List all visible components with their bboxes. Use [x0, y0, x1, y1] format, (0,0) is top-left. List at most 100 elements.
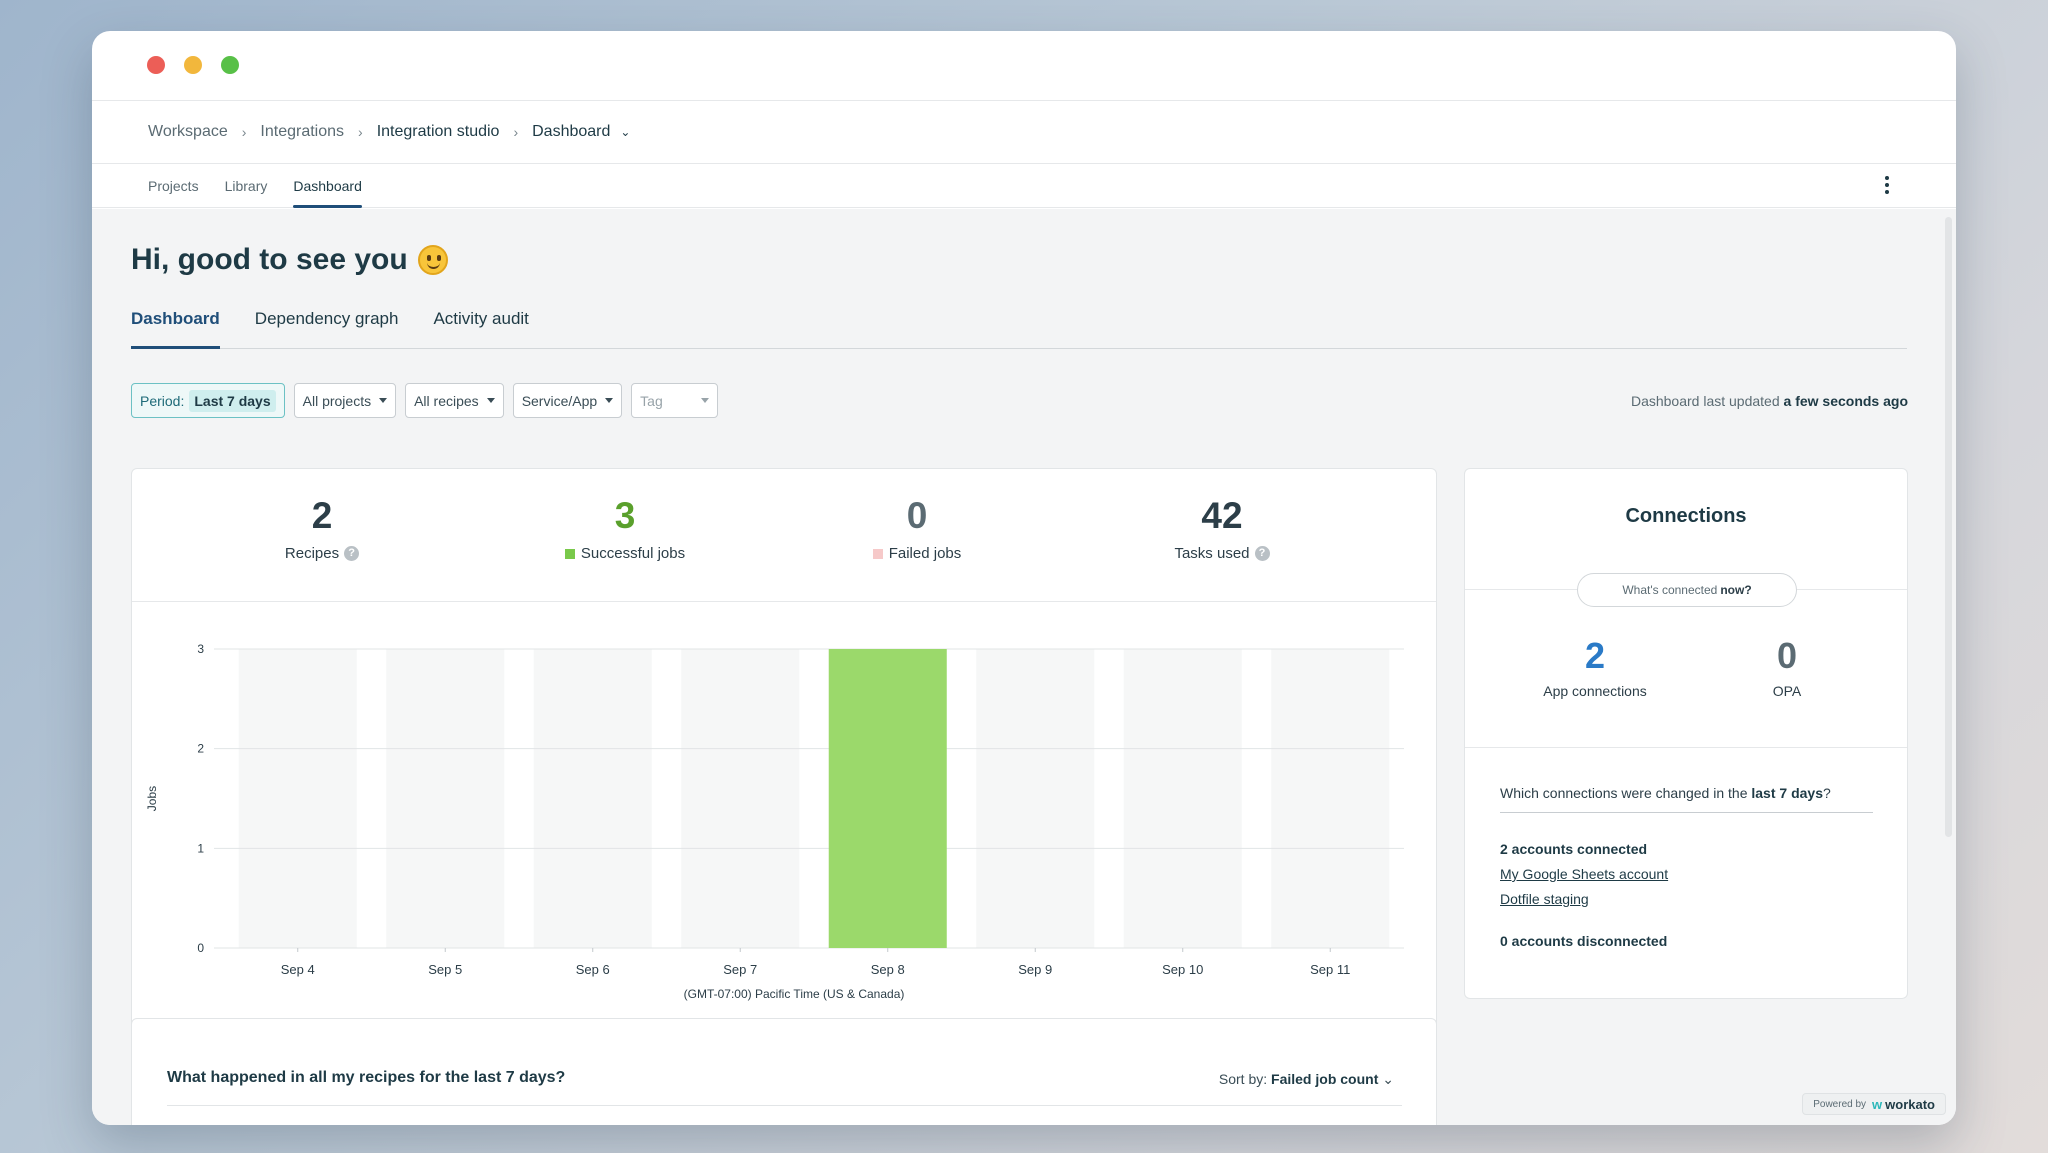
divider	[167, 1105, 1402, 1106]
whats-connected-button[interactable]: What's connected now?	[1577, 573, 1797, 607]
tag-filter[interactable]: Tag	[631, 383, 719, 418]
sort-dropdown[interactable]: Sort by: Failed job count ⌄	[1219, 1071, 1394, 1088]
recipes-filter[interactable]: All recipes	[405, 383, 504, 418]
breadcrumb-integration-studio[interactable]: Integration studio	[377, 123, 500, 141]
caret-down-icon	[605, 398, 614, 403]
failed-jobs-stat: 0 Failed jobs	[837, 495, 997, 562]
connections-card: Connections What's connected now? 2 App …	[1464, 468, 1908, 999]
smiley-emoji-icon	[417, 245, 448, 275]
breadcrumb: Workspace › Integrations › Integration s…	[92, 101, 1956, 164]
x-tick-label: Sep 8	[871, 962, 905, 977]
opa-label: OPA	[1772, 683, 1802, 699]
successful-legend-swatch	[564, 548, 575, 559]
tab-dependency-graph[interactable]: Dependency graph	[255, 309, 399, 348]
help-icon[interactable]: ?	[344, 546, 360, 561]
failed-jobs-count: 0	[906, 495, 928, 536]
chevron-right-icon: ›	[358, 124, 363, 140]
brand-name: workato	[1885, 1096, 1935, 1112]
close-window-button[interactable]	[147, 56, 165, 74]
subnav-item-library[interactable]: Library	[225, 164, 268, 207]
x-tick-label: Sep 4	[281, 962, 315, 977]
x-tick-label: Sep 7	[723, 962, 757, 977]
title-bar	[92, 31, 1956, 101]
recipes-stat-label-row: Recipes ?	[242, 545, 402, 562]
chevron-down-icon: ⌄	[1382, 1071, 1394, 1087]
subnav-item-dashboard[interactable]: Dashboard	[293, 164, 362, 208]
successful-jobs-stat: 3 Successful jobs	[525, 495, 725, 562]
breadcrumb-dashboard[interactable]: Dashboard	[532, 123, 610, 141]
chevron-down-icon[interactable]: ⌄	[620, 125, 630, 139]
account-link-dotfile-staging[interactable]: Dotfile staging	[1500, 891, 1668, 907]
sort-value: Failed job count	[1271, 1071, 1379, 1087]
caret-down-icon	[379, 398, 388, 403]
recipes-label: Recipes	[284, 545, 340, 562]
whats-connected-bold: now?	[1720, 583, 1752, 597]
connections-change-list: 2 accounts connected My Google Sheets ac…	[1500, 841, 1668, 949]
y-tick-label: 1	[197, 841, 204, 855]
chart-column-background	[533, 649, 652, 948]
tasks-used-stat: 42 Tasks used ?	[1132, 495, 1312, 562]
subnav-item-projects[interactable]: Projects	[148, 164, 199, 207]
filter-bar: Period: Last 7 days All projects All rec…	[131, 383, 719, 418]
jobs-stats-card: 2 Recipes ? 3 Successful jobs 0 Failed j…	[131, 468, 1437, 1028]
maximize-window-button[interactable]	[221, 56, 239, 74]
chart-column-background	[386, 649, 505, 948]
failed-jobs-label-row: Failed jobs	[837, 545, 997, 562]
tasks-used-label: Tasks used	[1174, 545, 1250, 562]
chart-column-background	[976, 649, 1095, 948]
workato-logo-icon: w	[1872, 1096, 1883, 1112]
page-title: Hi, good to see you	[131, 243, 448, 277]
x-axis-label: (GMT-07:00) Pacific Time (US & Canada)	[684, 987, 905, 1001]
successful-jobs-count: 3	[614, 495, 636, 536]
scrollbar[interactable]	[1945, 217, 1952, 837]
divider	[1465, 747, 1907, 748]
opa-count: 0	[1776, 635, 1798, 676]
x-tick-label: Sep 11	[1310, 962, 1350, 977]
opa-stat: 0 OPA	[1727, 635, 1847, 699]
question-suffix: ?	[1822, 785, 1831, 801]
chart-column-background	[238, 649, 357, 948]
chart-column-background	[1123, 649, 1242, 948]
y-tick-label: 0	[197, 941, 204, 955]
greeting-text: Hi, good to see you	[131, 243, 408, 276]
recipes-summary-card: What happened in all my recipes for the …	[131, 1018, 1437, 1125]
tab-activity-audit[interactable]: Activity audit	[433, 309, 528, 348]
projects-filter[interactable]: All projects	[293, 383, 397, 418]
recipes-count: 2	[311, 495, 333, 536]
breadcrumb-workspace[interactable]: Workspace	[148, 123, 228, 141]
app-window: Workspace › Integrations › Integration s…	[92, 31, 1956, 1125]
last-updated-value: a few seconds ago	[1783, 393, 1908, 409]
x-tick-label: Sep 10	[1162, 962, 1203, 977]
more-options-icon[interactable]	[1884, 176, 1890, 194]
service-app-filter[interactable]: Service/App	[512, 383, 623, 418]
y-axis-label: Jobs	[145, 786, 159, 811]
y-tick-label: 3	[197, 642, 204, 656]
projects-filter-value: All projects	[302, 392, 372, 409]
period-filter[interactable]: Period: Last 7 days	[131, 383, 285, 418]
jobs-chart-svg: 0 1 2 3 Sep 4 Sep 5 Sep 6 Sep 7 Sep 8 Sep 9 Sep 10…	[145, 642, 1404, 1001]
tab-dashboard[interactable]: Dashboard	[131, 309, 220, 349]
tag-filter-placeholder: Tag	[640, 392, 663, 409]
minimize-window-button[interactable]	[184, 56, 202, 74]
account-link-google-sheets[interactable]: My Google Sheets account	[1500, 866, 1668, 882]
powered-by-text: Powered by	[1813, 1098, 1867, 1110]
help-icon[interactable]: ?	[1254, 546, 1270, 561]
powered-by-badge[interactable]: Powered by w workato	[1802, 1093, 1946, 1115]
whats-connected-text: What's connected	[1622, 583, 1718, 597]
jobs-bar-chart: 0 1 2 3 Sep 4 Sep 5 Sep 6 Sep 7 Sep 8 Sep 9 Sep 10…	[132, 603, 1438, 1023]
brand-logo: w workato	[1872, 1097, 1935, 1112]
chevron-right-icon: ›	[513, 124, 519, 140]
tasks-used-label-row: Tasks used ?	[1132, 545, 1312, 562]
sub-navigation: Projects Library Dashboard	[92, 164, 1956, 208]
x-tick-label: Sep 9	[1018, 962, 1052, 977]
divider	[1500, 812, 1873, 813]
x-tick-label: Sep 5	[428, 962, 462, 977]
tasks-used-count: 42	[1201, 495, 1243, 536]
service-filter-value: Service/App	[521, 392, 598, 409]
main-content: Hi, good to see you Dashboard Dependency…	[92, 209, 1956, 1125]
app-connections-stat[interactable]: 2 App connections	[1525, 635, 1665, 699]
last-updated-status: Dashboard last updated a few seconds ago	[1631, 393, 1908, 409]
app-connections-label: App connections	[1543, 683, 1647, 699]
breadcrumb-integrations[interactable]: Integrations	[260, 123, 344, 141]
y-tick-label: 2	[197, 742, 204, 756]
